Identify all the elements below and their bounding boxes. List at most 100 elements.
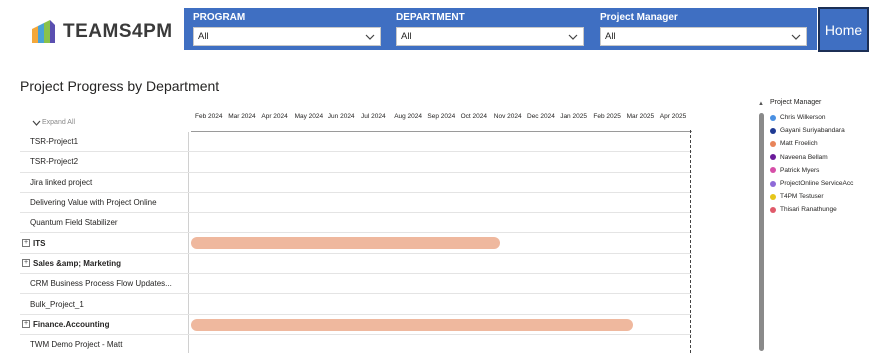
expand-plus-icon[interactable]: +: [22, 239, 30, 248]
program-select-value: All: [198, 31, 209, 42]
timeline-month: Apr 2024: [261, 113, 288, 120]
project-manager-filter-label: Project Manager: [600, 12, 678, 23]
legend-items: Chris Wilkerson Gayani Suriyabandara Matt …: [770, 111, 853, 217]
home-button[interactable]: Home: [818, 7, 869, 52]
expand-plus-icon[interactable]: +: [22, 320, 30, 329]
timeline-month: Aug 2024: [394, 113, 423, 120]
project-manager-select[interactable]: All: [600, 27, 807, 46]
gantt-bar[interactable]: [191, 237, 500, 250]
timeline-month: Mar 2025: [626, 113, 655, 120]
legend-dot: [770, 127, 776, 134]
row-label: TSR-Project1: [20, 132, 189, 152]
gantt-task-row: Bulk_Project_1: [20, 294, 692, 315]
legend-item[interactable]: T4PM Testuser: [770, 190, 853, 203]
gantt-task-row: Delivering Value with Project Online: [20, 192, 692, 214]
gantt-task-row: TSR-Project2: [20, 152, 692, 173]
gantt-task-row: Jira linked project: [20, 172, 692, 193]
legend-item[interactable]: Gayani Suriyabandara: [770, 124, 853, 137]
scrollbar[interactable]: [759, 113, 764, 351]
row-label-text: Bulk_Project_1: [30, 299, 84, 309]
brand-name: TEAMS4PM: [63, 21, 173, 42]
legend-item[interactable]: Chris Wilkerson: [770, 111, 853, 124]
legend-dot: [770, 114, 776, 121]
row-label-text: CRM Business Process Flow Updates...: [30, 279, 172, 289]
row-label: Jira linked project: [20, 172, 189, 192]
row-label-text: Quantum Field Stabilizer: [30, 218, 118, 228]
timeline-month: Dec 2024: [527, 113, 555, 120]
legend-label: Gayani Suriyabandara: [780, 127, 845, 135]
row-label: CRM Business Process Flow Updates...: [20, 274, 189, 294]
expand-all-label: Expand All: [42, 119, 76, 126]
timeline-month: Nov 2024: [493, 113, 522, 120]
program-filter: PROGRAM All: [193, 11, 381, 46]
row-label: Bulk_Project_1: [20, 294, 189, 314]
row-label: Delivering Value with Project Online: [20, 192, 189, 213]
gantt-group-row: + ITS: [20, 233, 692, 254]
page-title: Project Progress by Department: [20, 78, 220, 94]
row-label-text: TSR-Project1: [30, 137, 79, 147]
legend-dot: [770, 167, 776, 174]
gantt-task-row: Quantum Field Stabilizer: [20, 213, 692, 234]
chevron-down-icon: [365, 34, 375, 40]
filter-bar: PROGRAM All DEPARTMENT All Project Manag…: [184, 8, 817, 50]
timeline-month: Feb 2025: [593, 113, 621, 120]
chevron-down-icon: [791, 34, 801, 40]
timeline-header: Feb 2024 Mar 2024 Apr 2024 May 2024 Jun 2024…: [191, 110, 692, 132]
timeline-month: Feb 2024: [195, 113, 223, 120]
legend-label: T4PM Testuser: [780, 193, 824, 201]
project-manager-filter: Project Manager All: [600, 11, 807, 46]
gantt-task-row: TWM Demo Project - Matt: [20, 334, 692, 353]
row-label[interactable]: + ITS: [20, 233, 189, 253]
row-label: Quantum Field Stabilizer: [20, 213, 189, 233]
expand-plus-icon[interactable]: +: [22, 259, 30, 268]
timeline-month: Jun 2024: [327, 113, 355, 120]
legend-item[interactable]: ProjectOnline ServiceAcc: [770, 177, 853, 190]
legend-item[interactable]: Thisari Ranathunge: [770, 203, 853, 216]
chevron-down-icon: [32, 120, 41, 126]
legend-label: ProjectOnline ServiceAcc: [780, 180, 854, 188]
legend-dot: [770, 193, 776, 200]
timeline-month: Oct 2024: [460, 113, 487, 120]
row-label-text: Delivering Value with Project Online: [30, 198, 157, 208]
legend-label: Matt Froelich: [780, 140, 818, 148]
row-label-text: Sales &amp; Marketing: [33, 258, 122, 268]
gantt-rows: TSR-Project1 TSR-Project2 Jira linked proj…: [20, 132, 692, 353]
department-select[interactable]: All: [396, 27, 584, 46]
row-label[interactable]: + Sales &amp; Marketing: [20, 253, 189, 274]
timeline-month: Sep 2024: [427, 113, 456, 120]
row-label: TSR-Project2: [20, 152, 189, 172]
legend: Project Manager Chris Wilkerson Gayani Su…: [770, 99, 853, 217]
department-filter-label: DEPARTMENT: [396, 12, 465, 23]
program-select[interactable]: All: [193, 27, 381, 46]
gantt-chart: Expand All Feb 2024 Mar 2024 Apr 2024 May 2…: [20, 110, 692, 353]
legend-dot: [770, 206, 776, 213]
legend-item[interactable]: Naveena Bellam: [770, 151, 853, 164]
timeline-month: Jul 2024: [361, 113, 386, 120]
legend-item[interactable]: Matt Froelich: [770, 137, 853, 150]
chevron-down-icon: [568, 34, 578, 40]
timeline-month: Mar 2024: [228, 113, 256, 120]
today-marker: [690, 130, 691, 353]
row-label: TWM Demo Project - Matt: [20, 334, 189, 353]
project-manager-select-value: All: [605, 31, 616, 42]
legend-item[interactable]: Patrick Myers: [770, 164, 853, 177]
program-filter-label: PROGRAM: [193, 12, 246, 23]
legend-label: Patrick Myers: [780, 166, 820, 174]
expand-all-button[interactable]: Expand All: [32, 119, 75, 126]
legend-label: Naveena Bellam: [780, 153, 828, 161]
row-label[interactable]: + Finance.Accounting: [20, 314, 189, 334]
row-label-text: TSR-Project2: [30, 157, 79, 167]
legend-dot: [770, 180, 776, 187]
row-label-text: ITS: [33, 238, 46, 248]
gantt-group-row: + Sales &amp; Marketing: [20, 253, 692, 275]
brand-logo: TEAMS4PM: [30, 18, 173, 46]
teams4pm-logo-icon: [32, 20, 55, 43]
gantt-bar[interactable]: [191, 318, 633, 331]
scroll-up-icon[interactable]: ▲: [758, 101, 764, 107]
department-select-value: All: [401, 31, 412, 42]
legend-title: Project Manager: [770, 99, 822, 106]
gantt-task-row: CRM Business Process Flow Updates...: [20, 274, 692, 295]
timeline-month: May 2024: [294, 113, 324, 120]
row-label-text: Finance.Accounting: [33, 319, 110, 329]
legend-label: Chris Wilkerson: [780, 114, 826, 122]
